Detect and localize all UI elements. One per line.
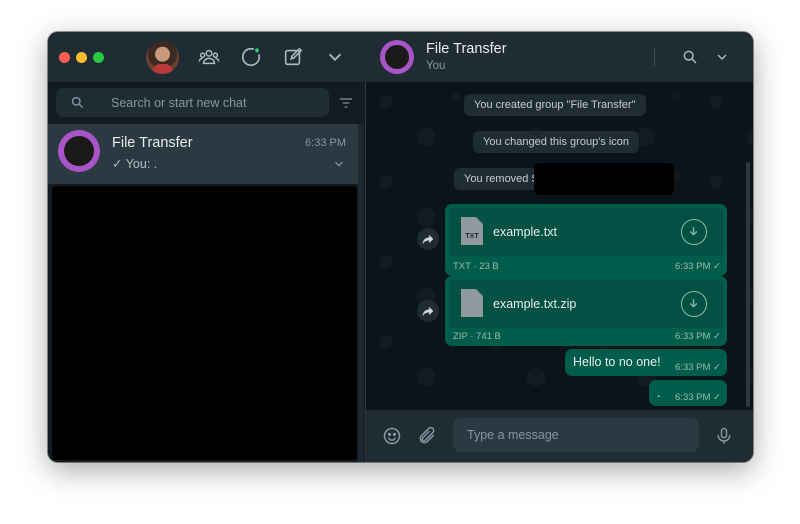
chat-preview: ✓ You: . xyxy=(112,157,158,171)
file-message[interactable]: example.txt.zip ZIP · 741 B 6:33 PM ✓ xyxy=(445,276,727,346)
search-box xyxy=(56,88,329,117)
chevron-down-icon[interactable] xyxy=(332,157,346,171)
text-message[interactable]: . 6:33 PM ✓ xyxy=(649,380,727,406)
file-name: example.txt xyxy=(493,225,557,239)
file-message[interactable]: TXT example.txt TXT · 23 B 6:33 PM ✓ xyxy=(445,204,727,276)
conversation-scrollbar[interactable] xyxy=(746,162,750,407)
conversation-header[interactable]: File Transfer You xyxy=(366,32,753,82)
text-message[interactable]: Hello to no one! 6:33 PM ✓ xyxy=(565,349,727,376)
download-icon[interactable] xyxy=(681,219,707,245)
chevron-down-icon[interactable] xyxy=(714,49,730,65)
conversation-pane: File Transfer You You created group "Fil… xyxy=(366,32,753,462)
message-time: 6:33 PM ✓ xyxy=(675,261,721,272)
file-card[interactable]: example.txt.zip xyxy=(449,280,723,328)
new-chat-icon[interactable] xyxy=(282,46,304,68)
chat-time: 6:33 PM xyxy=(305,137,346,149)
profile-avatar[interactable] xyxy=(146,41,179,74)
message-time: 6:33 PM ✓ xyxy=(675,331,721,342)
chat-list-pane: File Transfer 6:33 PM ✓ You: . xyxy=(48,32,366,462)
search-icon xyxy=(70,95,85,110)
message-time: 6:33 PM ✓ xyxy=(675,392,721,403)
txt-file-icon: TXT xyxy=(461,217,483,245)
emoji-icon[interactable] xyxy=(382,426,402,446)
chat-list-scrollbar[interactable] xyxy=(358,124,364,462)
forward-button[interactable] xyxy=(417,228,439,250)
file-meta: ZIP · 741 B xyxy=(453,331,501,342)
file-name: example.txt.zip xyxy=(493,297,577,311)
message-time: 6:33 PM ✓ xyxy=(675,362,721,373)
system-message: You created group "File Transfer" xyxy=(464,94,646,116)
status-icon[interactable] xyxy=(240,46,262,68)
chat-list-item[interactable]: File Transfer 6:33 PM ✓ You: . xyxy=(48,124,360,184)
left-header xyxy=(48,32,366,82)
composer-bar xyxy=(366,410,753,462)
search-input[interactable] xyxy=(111,94,321,112)
system-message: You changed this group's icon xyxy=(473,131,640,153)
group-avatar xyxy=(58,130,100,172)
menu-chevron-icon[interactable] xyxy=(324,46,346,68)
attach-icon[interactable] xyxy=(417,426,437,446)
redacted-chat-list xyxy=(52,186,357,460)
file-card[interactable]: TXT example.txt xyxy=(449,208,723,256)
conversation-title: File Transfer xyxy=(426,41,507,57)
message-input[interactable] xyxy=(453,418,699,452)
download-icon[interactable] xyxy=(681,291,707,317)
search-icon[interactable] xyxy=(682,49,698,65)
header-divider xyxy=(654,48,655,66)
filter-icon[interactable] xyxy=(338,95,354,111)
file-meta: TXT · 23 B xyxy=(453,261,499,272)
app-window: File Transfer 6:33 PM ✓ You: . File Tran… xyxy=(48,32,753,462)
chat-name: File Transfer xyxy=(112,135,193,151)
conversation-subtitle: You xyxy=(426,60,446,72)
microphone-icon[interactable] xyxy=(714,426,734,446)
redacted-name xyxy=(534,163,674,195)
message-text: Hello to no one! xyxy=(573,355,661,369)
minimize-window-button[interactable] xyxy=(76,52,87,63)
message-text: . xyxy=(657,386,661,400)
close-window-button[interactable] xyxy=(59,52,70,63)
community-icon[interactable] xyxy=(198,46,220,68)
zoom-window-button[interactable] xyxy=(93,52,104,63)
forward-button[interactable] xyxy=(417,300,439,322)
conversation-avatar[interactable] xyxy=(380,40,414,74)
zip-file-icon xyxy=(461,289,483,317)
